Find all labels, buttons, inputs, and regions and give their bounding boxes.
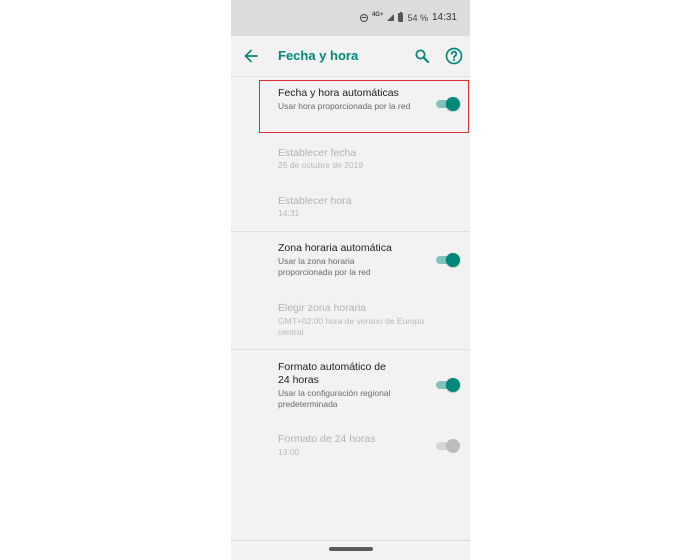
signal-icon: [387, 14, 395, 21]
setting-title: Elegir zona horaria: [278, 302, 367, 314]
auto-date-time-switch[interactable]: [436, 97, 460, 111]
arrow-back-icon[interactable]: [241, 46, 261, 66]
setting-title: Establecer fecha: [278, 147, 357, 159]
setting-summary: Usar la configuración regional predeterm…: [278, 388, 391, 409]
setting-24h-format[interactable]: Formato de 24 horas 13:00: [231, 420, 470, 468]
setting-title: Formato de 24 horas: [278, 433, 376, 445]
switch-thumb: [446, 253, 460, 267]
setting-summary: 14:31: [278, 208, 300, 218]
phone-screen: 4G+ 54 % 14:31 Fecha y hora Fecha y hora…: [231, 0, 470, 560]
setting-auto-time-zone[interactable]: Zona horaria automática Usar la zona hor…: [231, 232, 470, 292]
setting-summary: Usar la zona horaria proporcionada por l…: [278, 256, 371, 277]
network-type: 4G+: [371, 11, 384, 18]
setting-summary: Usar hora proporcionada por la red: [278, 101, 411, 111]
24h-format-switch[interactable]: [436, 439, 460, 453]
setting-set-time[interactable]: Establecer hora 14:31: [231, 185, 470, 231]
battery-level: 54 %: [407, 12, 428, 23]
gesture-nav-handle[interactable]: [329, 547, 373, 551]
setting-select-time-zone[interactable]: Elegir zona horaria GMT+02:00 hora de ve…: [231, 292, 470, 349]
setting-title: Formato automático de 24 horas: [278, 361, 386, 386]
status-clock: 14:31: [431, 12, 457, 23]
switch-thumb: [446, 439, 460, 453]
switch-thumb: [446, 378, 460, 392]
bottom-divider: [231, 540, 470, 541]
setting-title: Establecer hora: [278, 195, 352, 207]
help-icon[interactable]: [444, 46, 464, 66]
page-title: Fecha y hora: [278, 48, 359, 63]
setting-summary: 26 de octubre de 2019: [278, 160, 364, 170]
setting-summary: 13:00: [278, 447, 300, 457]
search-icon[interactable]: [413, 47, 431, 65]
switch-thumb: [446, 97, 460, 111]
setting-auto-date-time[interactable]: Fecha y hora automáticas Usar hora propo…: [231, 77, 470, 137]
setting-set-date[interactable]: Establecer fecha 26 de octubre de 2019: [231, 137, 470, 185]
setting-title: Fecha y hora automáticas: [278, 87, 399, 99]
do-not-disturb-icon: [359, 13, 368, 22]
status-icons: 4G+ 54 % 14:31: [359, 11, 457, 23]
setting-title: Zona horaria automática: [278, 242, 392, 254]
battery-icon: [398, 11, 404, 22]
status-bar: 4G+ 54 % 14:31: [231, 0, 470, 36]
auto-time-zone-switch[interactable]: [436, 253, 460, 267]
app-toolbar: Fecha y hora: [231, 36, 470, 77]
auto-24h-format-switch[interactable]: [436, 378, 460, 392]
setting-auto-24h-format[interactable]: Formato automático de 24 horas Usar la c…: [231, 350, 470, 420]
setting-summary: GMT+02:00 hora de verano de Europa centr…: [278, 316, 425, 337]
